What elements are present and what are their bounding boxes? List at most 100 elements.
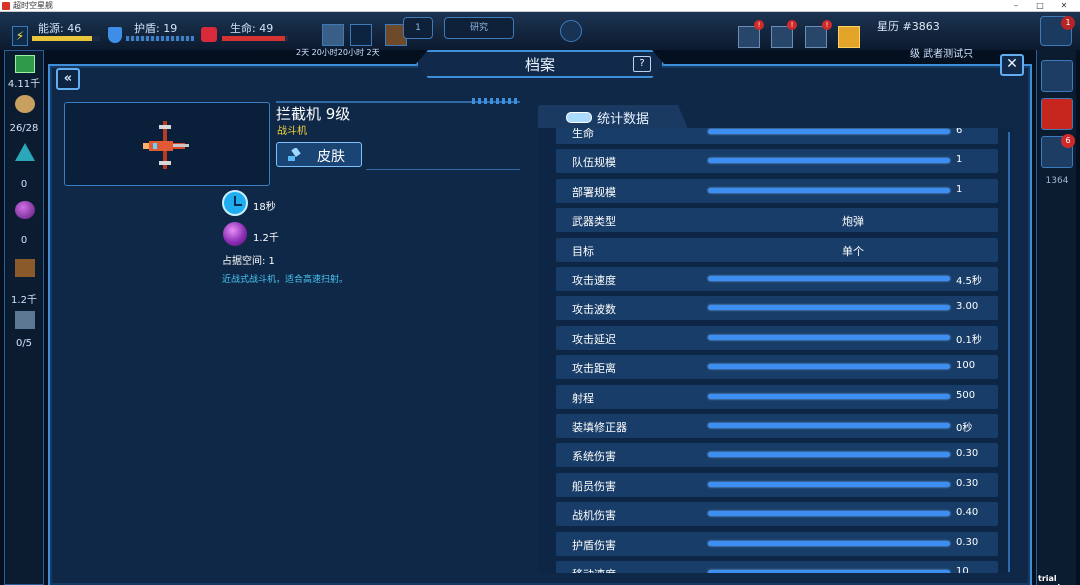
radar-icon[interactable] bbox=[560, 20, 582, 42]
stat-row: 护盾伤害 0.30 bbox=[556, 531, 998, 556]
stat-value: 0.40 bbox=[956, 507, 979, 519]
gear-slot-icon[interactable] bbox=[350, 24, 372, 46]
ship-class: 战斗机 bbox=[277, 126, 307, 137]
panel-title: 档案 bbox=[524, 56, 555, 74]
score-value: 1364 bbox=[1045, 176, 1069, 186]
stat-text-value: 炮弹 bbox=[842, 215, 864, 229]
stat-value: 10 bbox=[956, 566, 969, 573]
minimize-button[interactable]: – bbox=[1004, 0, 1028, 12]
stat-bar bbox=[708, 129, 950, 134]
close-button[interactable]: ✕ bbox=[1000, 54, 1024, 76]
stat-label: 船员伤害 bbox=[572, 479, 616, 493]
window-close-button[interactable]: ✕ bbox=[1052, 0, 1076, 12]
crew-alert-badge: ! bbox=[754, 20, 764, 30]
stat-row: 目标 单个 bbox=[556, 237, 998, 262]
stat-value: 0.30 bbox=[956, 448, 979, 460]
stat-label: 目标 bbox=[572, 244, 594, 258]
stat-label: 护盾伤害 bbox=[572, 538, 616, 552]
crew-value: 26/28 bbox=[9, 123, 39, 134]
window-title: 超时空星舰 bbox=[13, 1, 53, 10]
stat-bar bbox=[708, 334, 950, 340]
trophy-badge: 6 bbox=[1061, 134, 1075, 148]
help-button[interactable]: ? bbox=[633, 56, 651, 72]
hangar-alert-badge: ! bbox=[822, 20, 832, 30]
space-used: 占据空间: 1 bbox=[222, 256, 275, 267]
skin-button[interactable]: 皮肤 bbox=[276, 142, 362, 167]
brush-icon bbox=[288, 148, 301, 161]
stats-title: 统计数据 bbox=[597, 112, 650, 127]
energy-bar bbox=[32, 36, 100, 41]
cargo-value: 1.2千 bbox=[11, 295, 37, 306]
stat-row: 攻击速度 4.5秒 bbox=[556, 267, 998, 291]
right-bar: 1364 bbox=[1036, 50, 1076, 585]
credits-icon bbox=[15, 55, 35, 73]
stats-battery-icon bbox=[566, 112, 592, 123]
stat-value: 6 bbox=[956, 128, 963, 136]
build-time: 18秒 bbox=[253, 202, 276, 213]
stat-value: 0秒 bbox=[956, 423, 973, 434]
ship-name: 拦截机 9级 bbox=[276, 105, 351, 123]
stat-row: 战机伤害 0.40 bbox=[556, 502, 998, 527]
stat-bar bbox=[708, 540, 950, 546]
stat-bar bbox=[708, 187, 950, 193]
trial-version-label: trial version bbox=[1038, 574, 1071, 585]
shield-label: 护盾: 19 bbox=[134, 22, 178, 35]
energy-icon: ⚡ bbox=[12, 26, 28, 46]
stats-list[interactable]: 生命 6 队伍规模 1 部署规模 1 武器类型 炮弹 目标 单个 攻击速度 4.5秒 攻击波数 3.00 攻… bbox=[538, 128, 1012, 573]
stat-row: 移动速度 10 bbox=[556, 561, 998, 573]
stat-value: 0.1秒 bbox=[956, 334, 982, 346]
stat-value: 500 bbox=[956, 389, 976, 401]
health-label: 生命: 49 bbox=[230, 22, 274, 35]
stats-scroll-edge[interactable] bbox=[996, 132, 1010, 572]
cost-orb-icon bbox=[223, 222, 247, 246]
back-button[interactable]: « bbox=[56, 68, 80, 90]
stat-value: 1 bbox=[956, 154, 963, 166]
stat-bar bbox=[708, 570, 950, 573]
stat-bar bbox=[708, 364, 950, 370]
stat-text-value: 单个 bbox=[842, 244, 864, 258]
stat-bar bbox=[708, 452, 950, 458]
stardate: 星历 #3863 bbox=[877, 20, 940, 33]
mission-counter[interactable]: 1 bbox=[403, 17, 433, 39]
skin-button-label: 皮肤 bbox=[317, 149, 345, 165]
ship-description: 近战式战斗机，适合高速扫射。 bbox=[222, 275, 349, 285]
left-resource-bar: 4.11千 26/28 0 0 1.2千 0/5 bbox=[4, 50, 44, 585]
energy-label: 能源: 46 bbox=[38, 22, 82, 35]
stat-label: 系统伤害 bbox=[572, 450, 616, 464]
stat-row: 装填修正器 0秒 bbox=[556, 414, 998, 438]
shop-icon[interactable] bbox=[838, 26, 860, 48]
research-button[interactable]: 研究 bbox=[444, 17, 514, 39]
stat-label: 武器类型 bbox=[572, 215, 616, 229]
stat-value: 100 bbox=[956, 360, 976, 372]
hammer-icon[interactable] bbox=[1041, 60, 1073, 92]
stat-bar bbox=[708, 158, 950, 164]
heart-icon bbox=[201, 27, 217, 42]
stat-label: 部署规模 bbox=[572, 185, 616, 199]
chat-badge: 1 bbox=[1061, 16, 1075, 30]
credits-value: 4.11千 bbox=[7, 79, 41, 90]
stat-row: 系统伤害 0.30 bbox=[556, 443, 998, 468]
crystal-icon bbox=[15, 143, 35, 161]
orbs-value: 0 bbox=[20, 235, 28, 246]
stat-bar bbox=[708, 511, 950, 517]
stat-row: 武器类型 炮弹 bbox=[556, 208, 998, 233]
health-bar bbox=[222, 36, 288, 41]
orb-icon bbox=[15, 201, 35, 219]
xp-slot-icon[interactable] bbox=[322, 24, 344, 46]
hangar-gear-icon bbox=[15, 311, 35, 329]
stat-value: 4.5秒 bbox=[956, 276, 982, 287]
stat-bar bbox=[708, 481, 950, 487]
hud-timer-text: 2天 20小时20小时 2天 bbox=[296, 48, 380, 57]
language-flag-icon[interactable] bbox=[1041, 98, 1073, 130]
crew-portrait-icon bbox=[15, 95, 35, 113]
stat-value: 3.00 bbox=[956, 301, 979, 313]
stat-label: 生命 bbox=[572, 128, 594, 140]
stat-label: 攻击波数 bbox=[572, 303, 616, 317]
stat-label: 攻击延迟 bbox=[572, 332, 616, 346]
shield-bar bbox=[126, 36, 194, 41]
stat-value: 0.30 bbox=[956, 477, 979, 489]
app-icon bbox=[2, 2, 10, 10]
interceptor-ship-icon bbox=[143, 121, 189, 169]
stat-row: 生命 6 bbox=[556, 128, 998, 144]
maximize-button[interactable]: □ bbox=[1028, 0, 1052, 12]
